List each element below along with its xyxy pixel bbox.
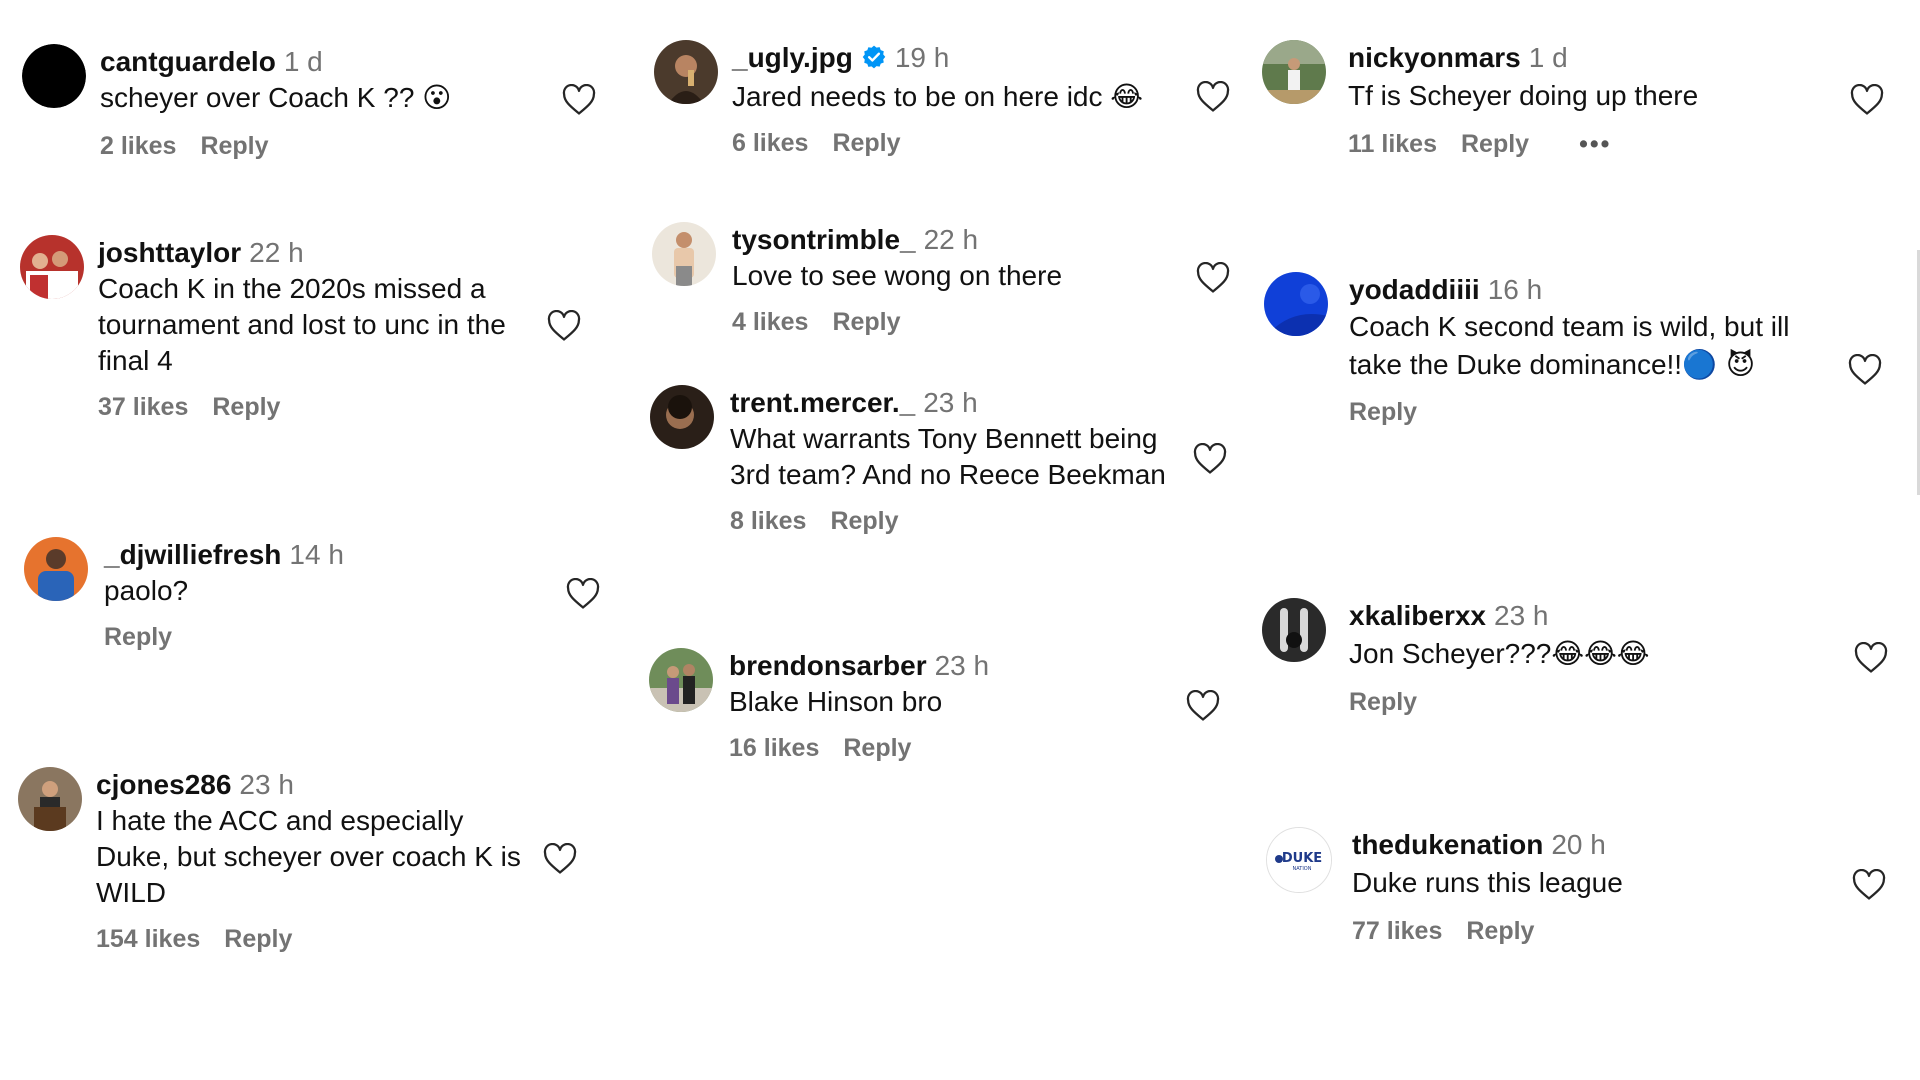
comment-text: paolo? — [104, 575, 189, 606]
avatar[interactable] — [1264, 272, 1328, 336]
reply-button[interactable]: Reply — [832, 129, 900, 157]
reply-button[interactable]: Reply — [843, 734, 911, 762]
comment-time: 19 h — [894, 42, 950, 73]
comment-time: 20 h — [1551, 829, 1606, 860]
comment-username[interactable]: brendonsarber — [729, 650, 927, 681]
more-options-icon[interactable]: ••• — [1579, 130, 1611, 158]
likes-count[interactable]: 8 likes — [730, 507, 806, 535]
comment-username[interactable]: xkaliberxx — [1349, 600, 1486, 631]
comment-username[interactable]: cantguardelo — [100, 46, 276, 77]
comment-text: Blake Hinson bro — [729, 686, 943, 717]
heart-icon[interactable] — [1196, 81, 1230, 113]
comment-text: I hate the ACC and especially Duke, but … — [96, 805, 521, 908]
comment-username[interactable]: _djwilliefresh — [104, 539, 281, 570]
likes-count[interactable]: 77 likes — [1352, 917, 1442, 945]
comments-column-2: _ugly.jpg 19 h Jared needs to be on here … — [649, 0, 1252, 1080]
avatar[interactable] — [18, 767, 82, 831]
comment-text: Coach K in the 2020s missed a tournament… — [98, 273, 506, 376]
heart-icon[interactable] — [562, 84, 596, 116]
comment-username[interactable]: cjones286 — [96, 769, 231, 800]
likes-count[interactable]: 4 likes — [732, 308, 808, 336]
comment-text: Jon Scheyer???😂😂😂 — [1349, 637, 1650, 670]
avatar[interactable] — [22, 44, 86, 108]
comment-username[interactable]: _ugly.jpg — [732, 42, 853, 73]
comment-time: 23 h — [934, 650, 990, 681]
avatar[interactable] — [24, 537, 88, 601]
verified-badge-icon — [861, 43, 887, 79]
comments-column-3: nickyonmars 1 d Tf is Scheyer doing up th… — [1262, 0, 1902, 1080]
comment-text: What warrants Tony Bennett being 3rd tea… — [730, 423, 1166, 490]
heart-icon[interactable] — [1196, 262, 1230, 294]
comment-text: Love to see wong on there — [732, 260, 1063, 291]
comment-time: 14 h — [289, 539, 344, 570]
avatar[interactable]: DUKE NATION — [1266, 827, 1332, 893]
likes-count[interactable]: 37 likes — [98, 393, 188, 421]
reply-button[interactable]: Reply — [830, 507, 898, 535]
comment-text: scheyer over Coach K ?? 😮 — [100, 81, 452, 114]
avatar[interactable] — [650, 385, 714, 449]
avatar[interactable] — [652, 222, 716, 286]
comment-time: 22 h — [249, 237, 304, 268]
comment-time: 22 h — [923, 224, 979, 255]
comment-text: Duke runs this league — [1352, 867, 1623, 898]
reply-button[interactable]: Reply — [832, 308, 900, 336]
comment-time: 23 h — [1494, 600, 1549, 631]
comments-column-1: cantguardelo 1 d scheyer over Coach K ?? … — [18, 0, 620, 1080]
heart-icon[interactable] — [566, 578, 600, 610]
avatar[interactable] — [649, 648, 713, 712]
heart-icon[interactable] — [547, 310, 581, 342]
reply-button[interactable]: Reply — [212, 393, 280, 421]
comment-username[interactable]: yodaddiiii — [1349, 274, 1480, 305]
reply-button[interactable]: Reply — [1461, 130, 1529, 158]
comment-username[interactable]: nickyonmars — [1348, 42, 1521, 73]
reply-button[interactable]: Reply — [1349, 688, 1417, 716]
comment-time: 16 h — [1487, 274, 1543, 305]
heart-icon[interactable] — [1848, 354, 1882, 386]
avatar[interactable] — [1262, 598, 1326, 662]
likes-count[interactable]: 6 likes — [732, 129, 808, 157]
reply-button[interactable]: Reply — [104, 623, 172, 651]
comment-text: Coach K second team is wild, but ill tak… — [1349, 311, 1790, 381]
likes-count[interactable]: 16 likes — [729, 734, 819, 762]
svg-text:DUKE: DUKE — [1282, 851, 1322, 866]
heart-icon[interactable] — [1850, 84, 1884, 116]
heart-icon[interactable] — [1193, 443, 1227, 475]
comment-time: 23 h — [923, 387, 978, 418]
blue-circle-devil-emoji: 🔵 😈 — [1682, 348, 1756, 381]
likes-count[interactable]: 11 likes — [1348, 130, 1437, 158]
svg-text:NATION: NATION — [1293, 866, 1312, 872]
likes-count[interactable]: 154 likes — [96, 925, 200, 953]
comment-username[interactable]: joshttaylor — [98, 237, 241, 268]
comment-text: Tf is Scheyer doing up there — [1348, 80, 1699, 111]
avatar[interactable] — [1262, 40, 1326, 104]
comment-time: 1 d — [1528, 42, 1568, 73]
avatar[interactable] — [20, 235, 84, 299]
reply-button[interactable]: Reply — [1466, 917, 1534, 945]
heart-icon[interactable] — [1186, 690, 1220, 722]
heart-icon[interactable] — [1852, 869, 1886, 901]
comment-time: 23 h — [239, 769, 294, 800]
heart-icon[interactable] — [1854, 642, 1888, 674]
astonished-emoji: 😮 — [422, 81, 452, 114]
laughing-emoji: 😂 — [1110, 80, 1143, 113]
laughing-emoji: 😂😂😂 — [1551, 637, 1650, 670]
likes-count[interactable]: 2 likes — [100, 132, 176, 160]
comment-username[interactable]: trent.mercer._ — [730, 387, 915, 418]
comment-text: Jared needs to be on here idc 😂 — [732, 80, 1143, 113]
comment-time: 1 d — [283, 46, 323, 77]
avatar[interactable] — [654, 40, 718, 104]
heart-icon[interactable] — [543, 843, 577, 875]
reply-button[interactable]: Reply — [200, 132, 268, 160]
comment-username[interactable]: thedukenation — [1352, 829, 1543, 860]
reply-button[interactable]: Reply — [224, 925, 292, 953]
comment-username[interactable]: tysontrimble_ — [732, 224, 916, 255]
reply-button[interactable]: Reply — [1349, 398, 1417, 426]
